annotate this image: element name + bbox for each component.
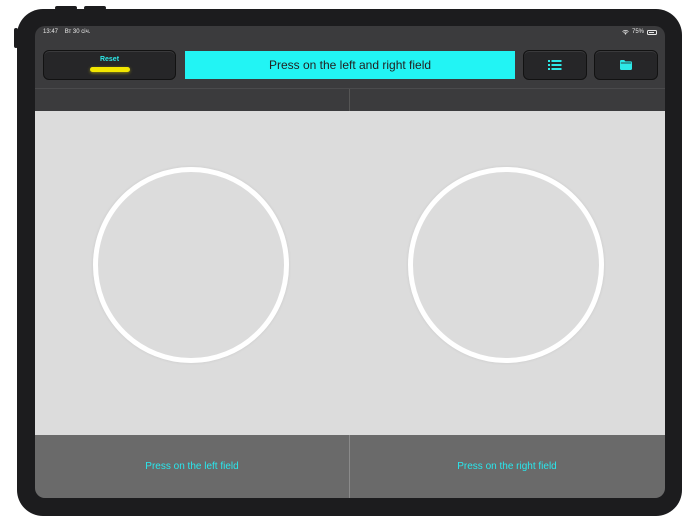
field-header-strip xyxy=(35,88,665,112)
wifi-icon xyxy=(622,29,629,35)
battery-icon xyxy=(647,29,657,35)
status-time: 13:47 xyxy=(43,29,59,35)
status-date: Вт 30 січ. xyxy=(64,29,91,35)
folder-icon xyxy=(620,60,632,70)
reset-indicator xyxy=(90,67,130,72)
right-field-circle[interactable] xyxy=(408,167,604,363)
battery-fill xyxy=(649,31,654,33)
list-button[interactable] xyxy=(523,50,587,80)
app-screen: 13:47 Вт 30 січ. 75% Reset Press on the … xyxy=(35,26,665,498)
reset-label: Reset xyxy=(99,56,120,63)
status-left: 13:47 Вт 30 січ. xyxy=(43,29,95,35)
left-field-label: Press on the left field xyxy=(145,461,239,472)
bottom-bar: Press on the left field Press on the rig… xyxy=(35,435,665,498)
instruction-banner: Press on the left and right field xyxy=(185,51,515,79)
right-field-label: Press on the right field xyxy=(457,461,557,472)
reset-button[interactable]: Reset xyxy=(43,50,176,80)
status-bar: 13:47 Вт 30 січ. 75% xyxy=(35,26,665,40)
list-icon xyxy=(548,60,562,70)
status-right: 75% xyxy=(622,29,657,35)
field-area xyxy=(35,111,665,435)
battery-percent: 75% xyxy=(631,29,644,35)
toolbar: Reset Press on the left and right field xyxy=(35,42,665,88)
left-field-circle[interactable] xyxy=(93,167,289,363)
header-divider xyxy=(349,89,350,112)
folder-button[interactable] xyxy=(594,50,658,80)
